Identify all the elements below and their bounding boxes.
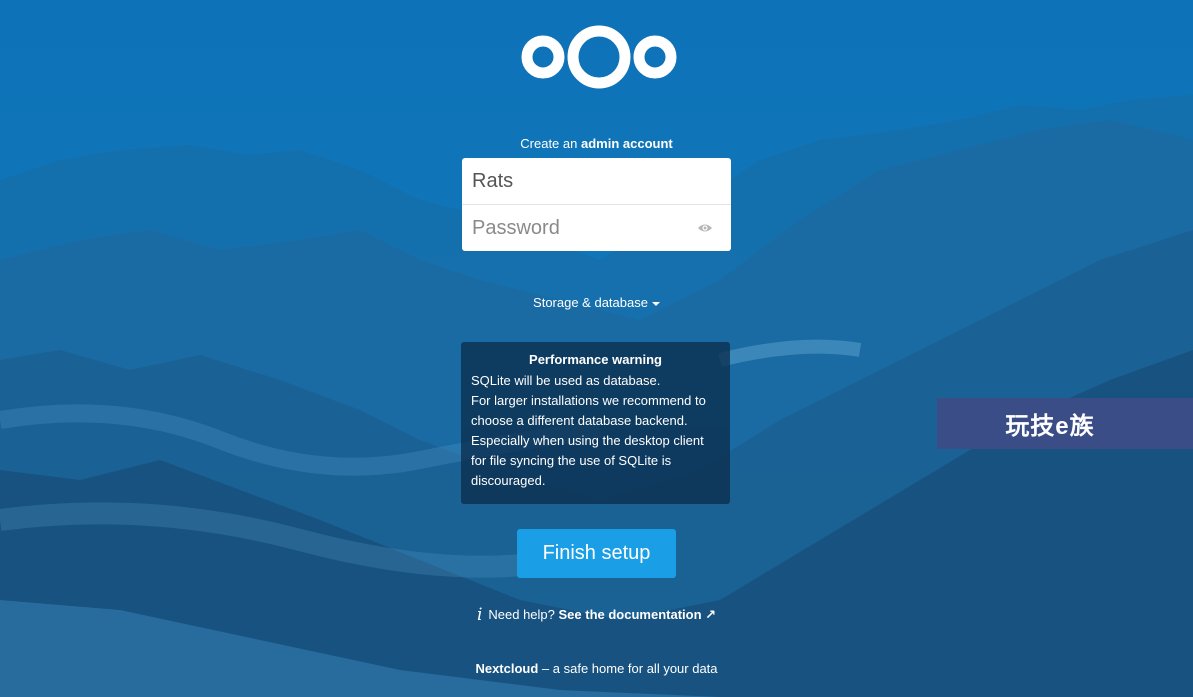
- warning-line: SQLite will be used as database.: [471, 373, 661, 388]
- footer: Nextcloud – a safe home for all your dat…: [0, 661, 1193, 676]
- warning-line: Especially when using the desktop client: [471, 433, 704, 448]
- warning-title: Performance warning: [529, 352, 662, 367]
- footer-tagline: – a safe home for all your data: [541, 661, 718, 676]
- heading-bold: admin account: [580, 136, 673, 151]
- username-field[interactable]: [462, 158, 692, 204]
- performance-warning: Performance warning SQLite will be used …: [461, 342, 730, 504]
- warning-line: discouraged.: [471, 473, 546, 488]
- eye-icon[interactable]: [697, 221, 713, 235]
- footer-brand: Nextcloud: [475, 661, 539, 676]
- warning-line: choose a different database backend.: [471, 413, 688, 428]
- username-field-wrapper: [462, 158, 731, 205]
- finish-setup-button[interactable]: Finish setup: [517, 529, 676, 578]
- warning-line: For larger installations we recommend to: [471, 393, 706, 408]
- nextcloud-logo-icon: [521, 25, 677, 89]
- storage-database-label: Storage & database: [533, 295, 648, 310]
- admin-account-form: [462, 158, 731, 251]
- nextcloud-logo: [519, 21, 679, 93]
- caret-down-icon: [651, 301, 660, 306]
- help-prefix: Need help?: [488, 607, 555, 622]
- watermark-overlay: 玩技e族: [937, 398, 1193, 449]
- warning-line: for file syncing the use of SQLite is: [471, 453, 672, 468]
- help-line: i Need help? See the documentation ↗: [0, 605, 1193, 625]
- password-field[interactable]: [462, 205, 692, 251]
- password-field-wrapper: [462, 205, 731, 251]
- watermark-text: 玩技e族: [1005, 413, 1095, 440]
- documentation-link[interactable]: See the documentation ↗: [559, 607, 717, 622]
- page-heading: Create an admin account: [0, 136, 1193, 151]
- info-icon: i: [476, 605, 483, 625]
- heading-prefix: Create an: [520, 136, 578, 151]
- storage-database-toggle[interactable]: Storage & database: [0, 295, 1193, 310]
